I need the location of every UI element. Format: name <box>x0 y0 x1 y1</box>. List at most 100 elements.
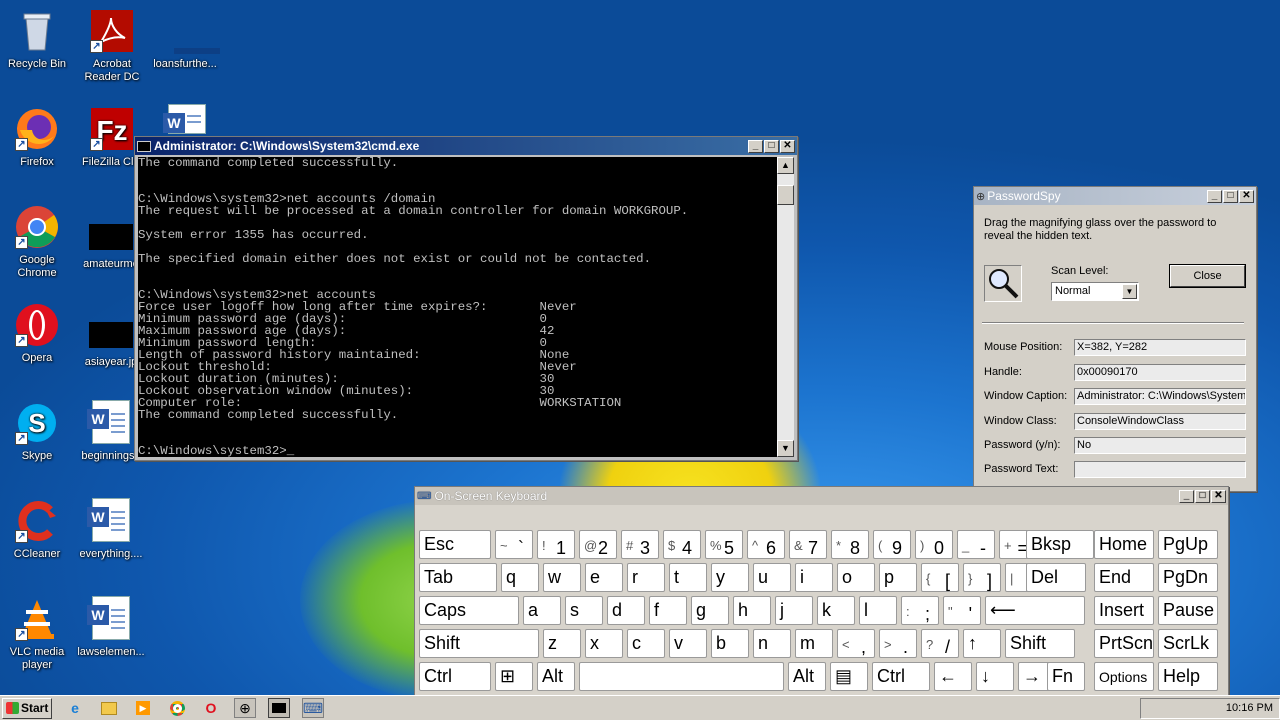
osk-titlebar[interactable]: ⌨ On-Screen Keyboard _ □ ✕ <box>415 487 1228 505</box>
osk-key[interactable]: u <box>753 563 791 592</box>
minimize-button[interactable]: _ <box>748 139 763 153</box>
start-button[interactable]: Start <box>2 697 52 719</box>
password-text-field[interactable] <box>1074 461 1246 478</box>
passwordspy-window[interactable]: ⊕ PasswordSpy _ □ ✕ Drag the magnifying … <box>973 186 1257 492</box>
desktop-icon-firefox[interactable]: ↗ Firefox <box>0 106 74 169</box>
osk-icon[interactable]: ⌨ <box>302 698 324 718</box>
osk-key[interactable]: Alt <box>788 662 826 691</box>
osk-key[interactable]: }] <box>963 563 1001 592</box>
cmd-scrollbar[interactable]: ▲ ▼ <box>777 157 794 457</box>
minimize-button[interactable]: _ <box>1207 189 1222 203</box>
osk-key[interactable]: h <box>733 596 771 625</box>
osk-key[interactable]: f <box>649 596 687 625</box>
osk-key[interactable]: ) 0 <box>915 530 953 559</box>
osk-key[interactable]: <, <box>837 629 875 658</box>
osk-key[interactable]: d <box>607 596 645 625</box>
mouse-position-field[interactable]: X=382, Y=282 <box>1074 339 1246 356</box>
osk-key[interactable]: r <box>627 563 665 592</box>
osk-key[interactable]: End <box>1094 563 1154 592</box>
osk-key[interactable]: ~ ` <box>495 530 533 559</box>
osk-key[interactable]: PgDn <box>1158 563 1218 592</box>
osk-key[interactable]: n <box>753 629 791 658</box>
osk-key[interactable]: x <box>585 629 623 658</box>
osk-key[interactable]: Del <box>1026 563 1086 592</box>
osk-key[interactable]: ▤ <box>830 662 868 691</box>
osk-key[interactable]: m <box>795 629 833 658</box>
magnifying-glass-icon[interactable] <box>984 265 1022 302</box>
passwordspy-icon[interactable]: ⊕ <box>234 698 256 718</box>
osk-key[interactable]: c <box>627 629 665 658</box>
desktop-icon-vlc[interactable]: ↗ VLC media player <box>0 596 74 672</box>
window-class-field[interactable]: ConsoleWindowClass <box>1074 413 1246 430</box>
osk-key[interactable]: ScrLk <box>1158 629 1218 658</box>
osk-key[interactable]: (9 <box>873 530 911 559</box>
osk-key[interactable]: z <box>543 629 581 658</box>
osk-key[interactable]: w <box>543 563 581 592</box>
osk-key[interactable]: Home <box>1094 530 1154 559</box>
osk-key[interactable]: {[ <box>921 563 959 592</box>
cmd-console-output[interactable]: The command completed successfully. C:\W… <box>138 157 778 457</box>
desktop-icon-word-doc-top[interactable] <box>150 104 224 134</box>
osk-key[interactable]: $4 <box>663 530 701 559</box>
osk-key[interactable]: g <box>691 596 729 625</box>
osk-key[interactable]: k <box>817 596 855 625</box>
osk-key[interactable]: Bksp <box>1026 530 1094 559</box>
osk-key[interactable]: ⊞ <box>495 662 533 691</box>
system-tray[interactable]: 10:16 PM <box>1140 697 1280 719</box>
ie-icon[interactable]: e <box>64 698 86 718</box>
osk-key[interactable]: _ - <box>957 530 995 559</box>
osk-key[interactable]: Shift <box>419 629 539 658</box>
osk-key[interactable]: ↑ <box>963 629 1001 658</box>
maximize-button[interactable]: □ <box>764 139 779 153</box>
osk-key[interactable]: Help <box>1158 662 1218 691</box>
osk-key[interactable]: ← <box>934 662 972 691</box>
osk-key[interactable]: Shift <box>1005 629 1075 658</box>
osk-key[interactable]: v <box>669 629 707 658</box>
handle-field[interactable]: 0x00090170 <box>1074 364 1246 381</box>
scroll-down-button[interactable]: ▼ <box>777 440 794 457</box>
password-yn-field[interactable]: No <box>1074 437 1246 454</box>
desktop-icon-skype[interactable]: S ↗ Skype <box>0 400 74 463</box>
osk-key[interactable]: " ' <box>943 596 981 625</box>
media-player-icon[interactable]: ▶ <box>132 698 154 718</box>
osk-key[interactable]: l <box>859 596 897 625</box>
osk-key[interactable]: j <box>775 596 813 625</box>
osk-key[interactable]: Ctrl <box>872 662 930 691</box>
osk-key[interactable]: Tab <box>419 563 497 592</box>
chrome-icon[interactable] <box>166 698 188 718</box>
on-screen-keyboard-window[interactable]: ⌨ On-Screen Keyboard _ □ ✕ Esc ~ `! 1 @2 #3 $4… <box>414 486 1229 708</box>
scroll-thumb[interactable] <box>777 185 794 205</box>
osk-key[interactable]: Options <box>1094 662 1154 691</box>
osk-key[interactable]: Caps <box>419 596 519 625</box>
cmd-icon[interactable] <box>268 698 290 718</box>
osk-key[interactable]: e <box>585 563 623 592</box>
osk-key[interactable]: s <box>565 596 603 625</box>
osk-key[interactable]: Insert <box>1094 596 1154 625</box>
explorer-icon[interactable] <box>98 698 120 718</box>
desktop-icon-ccleaner[interactable]: ↗ CCleaner <box>0 498 74 561</box>
desktop-icon-lawselemen[interactable]: lawselemen... <box>74 596 148 659</box>
osk-key[interactable]: i <box>795 563 833 592</box>
osk-key[interactable]: PrtScn <box>1094 629 1154 658</box>
osk-key[interactable]: b <box>711 629 749 658</box>
chevron-down-icon[interactable]: ▼ <box>1122 284 1137 299</box>
passwordspy-titlebar[interactable]: ⊕ PasswordSpy _ □ ✕ <box>974 187 1256 205</box>
osk-key[interactable]: * 8 <box>831 530 869 559</box>
osk-key[interactable]: a <box>523 596 561 625</box>
osk-key[interactable]: Pause <box>1158 596 1218 625</box>
maximize-button[interactable]: □ <box>1195 489 1210 503</box>
osk-key[interactable]: Alt <box>537 662 575 691</box>
osk-key[interactable]: ↓ <box>976 662 1014 691</box>
minimize-button[interactable]: _ <box>1179 489 1194 503</box>
osk-key[interactable]: Esc <box>419 530 491 559</box>
scroll-up-button[interactable]: ▲ <box>777 157 794 174</box>
cmd-window[interactable]: Administrator: C:\Windows\System32\cmd.e… <box>134 136 798 461</box>
clock[interactable]: 10:16 PM <box>1226 702 1273 714</box>
maximize-button[interactable]: □ <box>1223 189 1238 203</box>
close-button[interactable]: Close <box>1170 265 1245 287</box>
osk-key[interactable]: ^ 6 <box>747 530 785 559</box>
osk-key[interactable]: ? / <box>921 629 959 658</box>
osk-key[interactable]: @2 <box>579 530 617 559</box>
desktop-icon-chrome[interactable]: ↗ Google Chrome <box>0 204 74 280</box>
osk-key[interactable]: ⟵ <box>985 596 1085 625</box>
